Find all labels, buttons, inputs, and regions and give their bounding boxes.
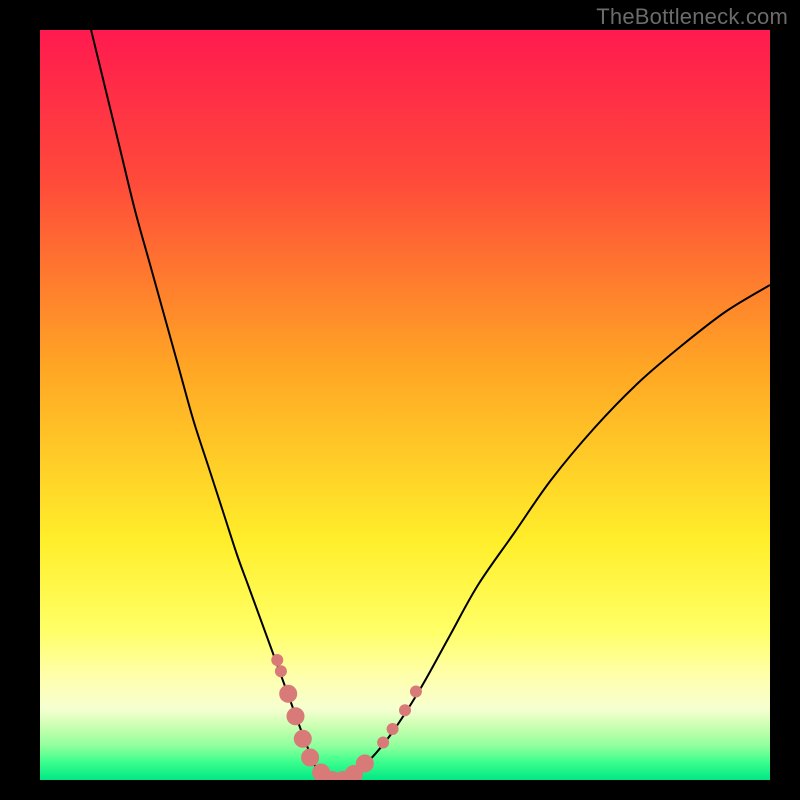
highlight-dot — [356, 755, 374, 773]
highlight-dot — [275, 665, 287, 677]
highlight-dot — [377, 737, 389, 749]
highlight-dot — [271, 654, 283, 666]
watermark-text: TheBottleneck.com — [596, 4, 788, 30]
highlight-dot — [294, 730, 312, 748]
chart-plot-area — [40, 30, 770, 780]
highlight-dot — [279, 685, 297, 703]
highlight-dot — [287, 707, 305, 725]
highlight-dot — [399, 704, 411, 716]
chart-frame: TheBottleneck.com — [0, 0, 800, 800]
highlight-dot — [301, 749, 319, 767]
chart-background — [40, 30, 770, 780]
highlight-dot — [410, 686, 422, 698]
chart-svg — [40, 30, 770, 780]
highlight-dot — [387, 723, 399, 735]
